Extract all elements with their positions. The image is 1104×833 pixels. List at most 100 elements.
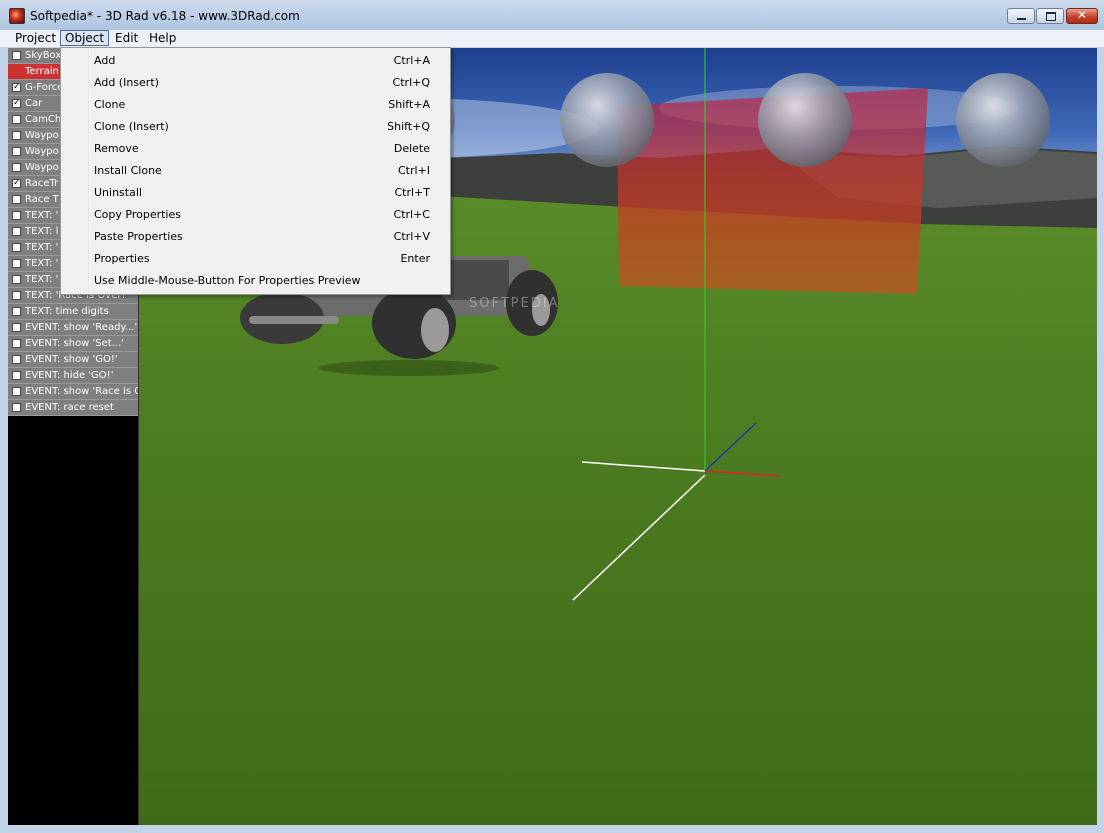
menu-item-label: Use Middle-Mouse-Button For Properties P… bbox=[94, 274, 361, 287]
object-menu-item[interactable]: Uninstall Ctrl+T bbox=[61, 182, 450, 204]
object-visibility-checkbox[interactable] bbox=[12, 291, 21, 300]
menu-item-shortcut: Ctrl+A bbox=[393, 54, 430, 67]
object-menu-item[interactable]: Add (Insert) Ctrl+Q bbox=[61, 72, 450, 94]
window-frame-bottom bbox=[0, 825, 1104, 833]
object-menu-item[interactable]: Use Middle-Mouse-Button For Properties P… bbox=[61, 270, 450, 292]
control-orb-3[interactable] bbox=[758, 73, 852, 167]
object-list-item-label: EVENT: race reset bbox=[25, 402, 114, 413]
object-list-item[interactable]: EVENT: hide 'GO!' bbox=[8, 368, 138, 384]
close-icon: ✕ bbox=[1076, 8, 1088, 22]
window-frame-right bbox=[1097, 48, 1104, 833]
object-visibility-checkbox[interactable] bbox=[12, 211, 21, 220]
object-visibility-checkbox[interactable] bbox=[12, 227, 21, 236]
object-list-item-label: EVENT: show 'GO!' bbox=[25, 354, 118, 365]
object-list-item-label: Car bbox=[25, 98, 43, 109]
object-visibility-checkbox[interactable] bbox=[12, 387, 21, 396]
object-visibility-checkbox[interactable] bbox=[12, 51, 21, 60]
object-list-item-label: EVENT: show 'Set...' bbox=[25, 338, 124, 349]
object-list-item-label: TEXT: ' bbox=[25, 258, 59, 269]
control-orb-2[interactable] bbox=[560, 73, 654, 167]
object-visibility-checkbox[interactable]: ✓ bbox=[12, 179, 21, 188]
object-visibility-checkbox[interactable]: ✓ bbox=[12, 83, 21, 92]
maximize-button[interactable] bbox=[1036, 8, 1064, 24]
title-bar[interactable]: Softpedia* - 3D Rad v6.18 - www.3DRad.co… bbox=[0, 0, 1104, 31]
object-list-item-label: TEXT: l bbox=[25, 226, 59, 237]
object-list-item-label: SkyBox bbox=[25, 50, 62, 61]
menu-item-shortcut: Delete bbox=[393, 142, 430, 155]
object-list-item[interactable]: EVENT: show 'GO!' bbox=[8, 352, 138, 368]
minimize-button[interactable] bbox=[1007, 8, 1035, 24]
object-visibility-checkbox[interactable] bbox=[12, 275, 21, 284]
watermark: SOFTPEDIA bbox=[469, 296, 560, 311]
object-list-item-label: CamCh bbox=[25, 114, 62, 125]
menu-item-shortcut: Ctrl+T bbox=[394, 186, 430, 199]
menu-item-shortcut: Ctrl+Q bbox=[392, 76, 430, 89]
menu-project[interactable]: Project bbox=[11, 30, 60, 46]
object-list-item-label: Waypo bbox=[25, 162, 59, 173]
menu-item-label: Paste Properties bbox=[94, 230, 183, 243]
window-frame-left bbox=[0, 48, 8, 825]
object-list-item-label: Waypo bbox=[25, 130, 59, 141]
control-orb-4[interactable] bbox=[956, 73, 1050, 167]
menu-item-label: Clone bbox=[94, 98, 126, 111]
object-list-item[interactable]: TEXT: time digits bbox=[8, 304, 138, 320]
object-list-item-label: Terrain bbox=[25, 66, 59, 77]
object-list-item-label: TEXT: ' bbox=[25, 210, 59, 221]
object-visibility-checkbox[interactable] bbox=[12, 339, 21, 348]
object-visibility-checkbox[interactable] bbox=[12, 371, 21, 380]
menu-item-label: Add (Insert) bbox=[94, 76, 159, 89]
object-visibility-checkbox[interactable] bbox=[12, 163, 21, 172]
menu-item-shortcut: Enter bbox=[400, 252, 430, 265]
menu-item-label: Properties bbox=[94, 252, 150, 265]
minimize-icon bbox=[1017, 18, 1026, 20]
menu-object[interactable]: Object bbox=[60, 30, 110, 46]
object-menu-item[interactable]: Copy Properties Ctrl+C bbox=[61, 204, 450, 226]
object-list-item-label: EVENT: show 'Ready...' bbox=[25, 322, 138, 333]
object-visibility-checkbox[interactable] bbox=[12, 243, 21, 252]
object-menu-item[interactable]: Add Ctrl+A bbox=[61, 50, 450, 72]
maximize-icon bbox=[1046, 12, 1056, 21]
object-list-item-label: TEXT: time digits bbox=[25, 306, 109, 317]
menu-item-label: Uninstall bbox=[94, 186, 142, 199]
object-list-item[interactable]: EVENT: show 'Race Is Over!' bbox=[8, 384, 138, 400]
object-visibility-checkbox[interactable] bbox=[12, 307, 21, 316]
menu-help[interactable]: Help bbox=[145, 30, 180, 46]
object-menu-item[interactable]: Clone Shift+A bbox=[61, 94, 450, 116]
object-list-item-label: EVENT: hide 'GO!' bbox=[25, 370, 114, 381]
object-visibility-checkbox[interactable] bbox=[12, 355, 21, 364]
object-menu-item[interactable]: Properties Enter bbox=[61, 248, 450, 270]
object-menu-item[interactable]: Install Clone Ctrl+I bbox=[61, 160, 450, 182]
menu-item-label: Add bbox=[94, 54, 116, 67]
menu-edit[interactable]: Edit bbox=[111, 30, 142, 46]
object-menu-item[interactable]: Clone (Insert) Shift+Q bbox=[61, 116, 450, 138]
close-button[interactable]: ✕ bbox=[1066, 8, 1098, 24]
window-title: Softpedia* - 3D Rad v6.18 - www.3DRad.co… bbox=[30, 9, 300, 23]
object-menu-item[interactable]: Paste Properties Ctrl+V bbox=[61, 226, 450, 248]
object-list-item-label: RaceTr bbox=[25, 178, 59, 189]
menu-item-shortcut: Ctrl+I bbox=[397, 164, 430, 177]
object-list-item-label: Waypo bbox=[25, 146, 59, 157]
object-visibility-checkbox[interactable] bbox=[12, 115, 21, 124]
menu-item-label: Install Clone bbox=[94, 164, 162, 177]
object-visibility-checkbox[interactable] bbox=[12, 403, 21, 412]
menu-item-label: Remove bbox=[94, 142, 139, 155]
object-dropdown-menu: Add Ctrl+A Add (Insert) Ctrl+Q Clone Shift+A C… bbox=[60, 47, 451, 295]
menu-item-shortcut: Shift+A bbox=[388, 98, 430, 111]
menu-item-shortcut: Ctrl+V bbox=[393, 230, 430, 243]
object-visibility-checkbox[interactable] bbox=[12, 147, 21, 156]
object-list-item[interactable]: EVENT: race reset bbox=[8, 400, 138, 416]
object-visibility-checkbox[interactable] bbox=[12, 259, 21, 268]
object-visibility-checkbox[interactable] bbox=[12, 323, 21, 332]
menu-item-label: Copy Properties bbox=[94, 208, 181, 221]
object-visibility-checkbox[interactable] bbox=[12, 195, 21, 204]
object-visibility-checkbox[interactable]: ✓ bbox=[12, 99, 21, 108]
object-list-item-label: G-Force bbox=[25, 82, 64, 93]
object-visibility-checkbox[interactable] bbox=[12, 131, 21, 140]
object-list-item-label: TEXT: ' bbox=[25, 274, 59, 285]
object-list-item[interactable]: EVENT: show 'Ready...' bbox=[8, 320, 138, 336]
object-menu-item[interactable]: Remove Delete bbox=[61, 138, 450, 160]
object-list-item[interactable]: EVENT: show 'Set...' bbox=[8, 336, 138, 352]
menu-item-shortcut: Ctrl+C bbox=[393, 208, 430, 221]
object-list-item-label: TEXT: ' bbox=[25, 242, 59, 253]
app-icon[interactable] bbox=[9, 8, 25, 24]
